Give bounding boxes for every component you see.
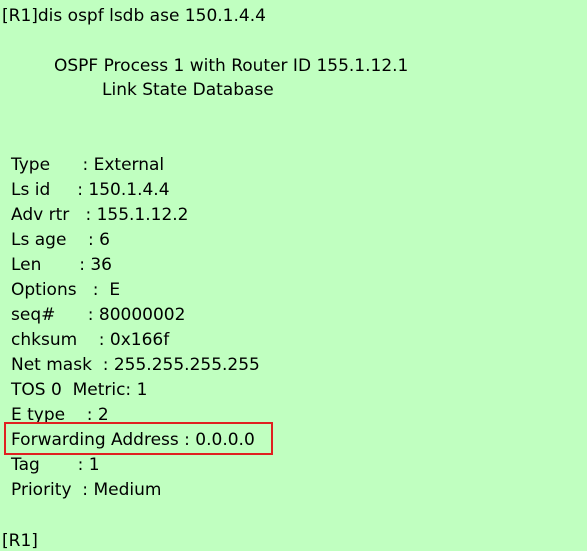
- header-lsdb-line: Link State Database: [102, 80, 274, 100]
- field-ls-id: Ls id : 150.1.4.4: [11, 180, 170, 200]
- header-process-line: OSPF Process 1 with Router ID 155.1.12.1: [54, 56, 409, 76]
- field-type: Type : External: [11, 155, 165, 175]
- field-len: Len : 36: [11, 255, 112, 275]
- field-net-mask: Net mask : 255.255.255.255: [11, 355, 260, 375]
- command-line: [R1]dis ospf lsdb ase 150.1.4.4: [2, 6, 266, 26]
- field-chksum: chksum : 0x166f: [11, 330, 170, 350]
- field-seq: seq# : 80000002: [11, 305, 186, 325]
- field-ls-age: Ls age : 6: [11, 230, 110, 250]
- field-options: Options : E: [11, 280, 121, 300]
- field-tag: Tag : 1: [11, 455, 100, 475]
- field-priority: Priority : Medium: [11, 480, 162, 500]
- field-adv-rtr: Adv rtr : 155.1.12.2: [11, 205, 189, 225]
- cli-prompt[interactable]: [R1]: [2, 531, 38, 551]
- forwarding-address-highlight: [4, 422, 273, 455]
- field-tos-metric: TOS 0 Metric: 1: [11, 380, 148, 400]
